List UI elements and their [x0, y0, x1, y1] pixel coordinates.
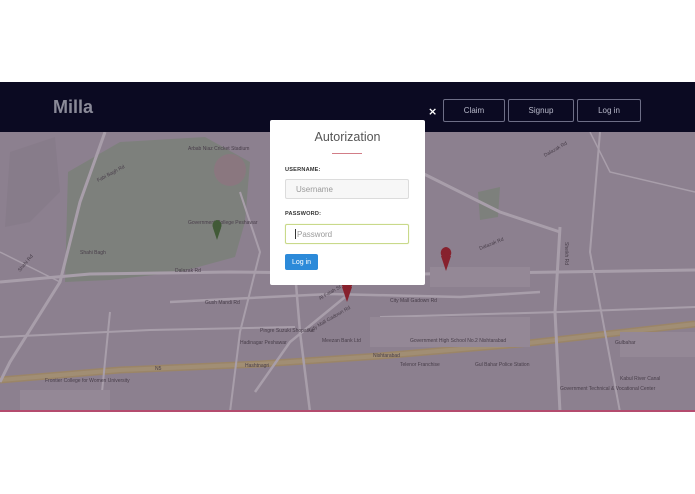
password-placeholder: Password [297, 229, 333, 239]
login-modal: Autorization USERNAME: Username PASSWORD… [270, 120, 425, 285]
page: Milla Claim Signup Log in Fabi Bagh Rd A… [0, 0, 695, 494]
login-submit-button[interactable]: Log in [285, 254, 318, 270]
brand-logo[interactable]: Milla [53, 97, 93, 118]
title-underline [332, 153, 362, 154]
bottom-accent-bar [0, 410, 695, 412]
text-cursor [295, 229, 296, 239]
password-input[interactable]: Password [285, 224, 409, 244]
username-label: USERNAME: [285, 167, 321, 173]
claim-button[interactable]: Claim [443, 99, 505, 122]
username-placeholder: Username [296, 184, 333, 194]
modal-title: Autorization [314, 130, 381, 144]
signup-button[interactable]: Signup [508, 99, 574, 122]
username-input[interactable]: Username [285, 179, 409, 199]
close-icon[interactable]: × [428, 106, 437, 118]
password-label: PASSWORD: [285, 211, 322, 217]
login-nav-button[interactable]: Log in [577, 99, 641, 122]
